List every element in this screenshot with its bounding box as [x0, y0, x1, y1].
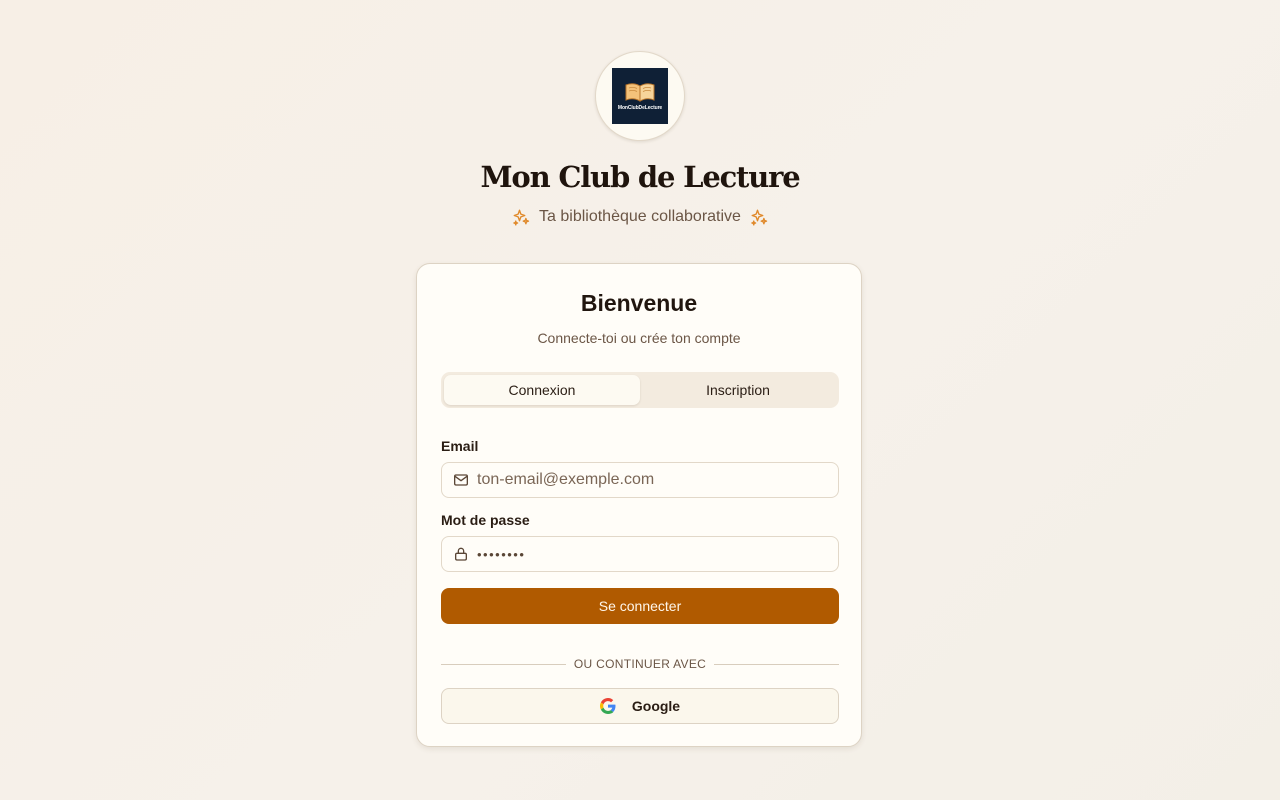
card-subtitle: Connecte-toi ou crée ton compte [537, 330, 741, 346]
mail-icon [453, 472, 469, 488]
card-title: Bienvenue [580, 290, 698, 316]
auth-tabs: Connexion Inscription [441, 372, 839, 408]
google-button-label: Google [631, 698, 681, 714]
app-title: Mon Club de Lecture [480, 160, 801, 194]
app-logo: MonClubDeLecture [595, 51, 685, 141]
tagline: Ta bibliothèque collaborative [0, 208, 1280, 226]
google-icon [599, 698, 616, 714]
sparkles-icon [513, 209, 530, 226]
sparkles-icon [751, 209, 768, 226]
email-input[interactable] [477, 463, 838, 497]
google-signin-button[interactable]: Google [441, 688, 839, 724]
login-button[interactable]: Se connecter [441, 588, 839, 624]
password-field[interactable]: •••••••• [441, 536, 839, 572]
open-book-icon [625, 83, 655, 102]
divider: OU CONTINUER AVEC [441, 656, 840, 672]
tagline-text: Ta bibliothèque collaborative [539, 208, 741, 225]
logo-tile: MonClubDeLecture [612, 68, 668, 124]
divider-text: OU CONTINUER AVEC [573, 657, 707, 671]
email-field[interactable] [441, 462, 839, 498]
password-label: Mot de passe [441, 512, 530, 528]
divider-line [714, 663, 840, 665]
lock-icon [453, 546, 469, 562]
password-input[interactable]: •••••••• [477, 547, 838, 562]
tab-inscription[interactable]: Inscription [640, 375, 836, 405]
tab-connexion[interactable]: Connexion [444, 375, 640, 405]
login-card: Bienvenue Connecte-toi ou crée ton compt… [416, 263, 862, 747]
email-label: Email [441, 438, 479, 454]
logo-text: MonClubDeLecture [617, 105, 663, 111]
divider-line [441, 663, 566, 665]
